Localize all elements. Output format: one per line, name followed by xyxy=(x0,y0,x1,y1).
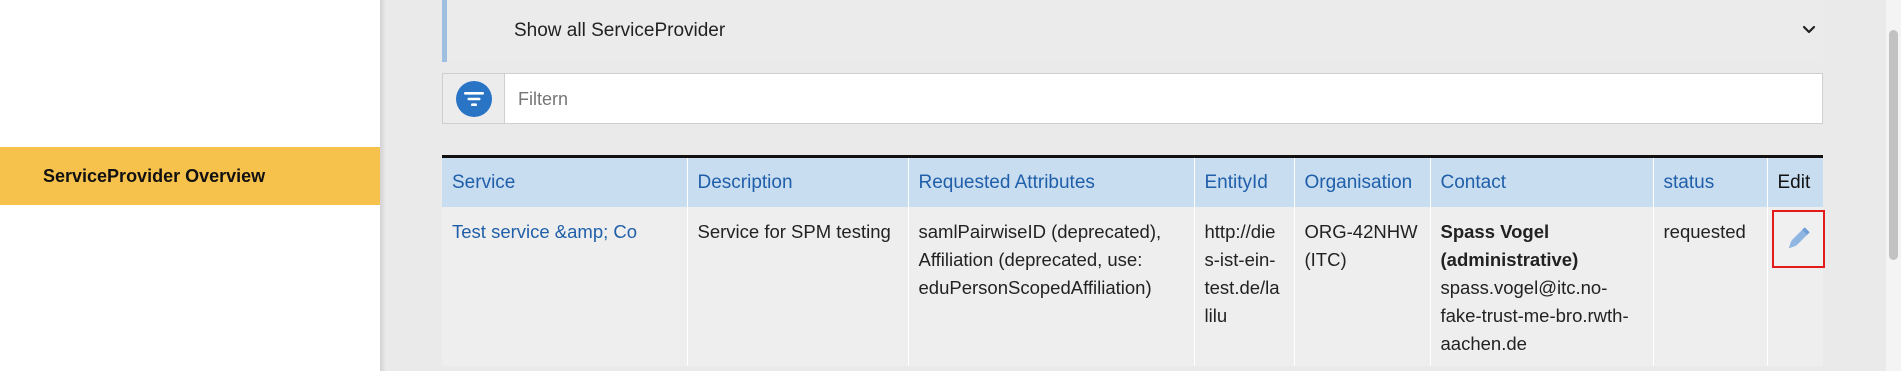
table-row: Test service &amp; Co Service for SPM te… xyxy=(442,207,1825,366)
sidebar-item-label: ServiceProvider Overview xyxy=(43,165,266,186)
cell-description: Service for SPM testing xyxy=(686,207,908,366)
filter-icon xyxy=(455,80,492,117)
filter-button[interactable] xyxy=(443,74,505,123)
edit-button[interactable] xyxy=(1771,210,1825,268)
serviceprovider-filter-select[interactable]: Show all ServiceProvider xyxy=(442,0,1823,62)
select-value: Show all ServiceProvider xyxy=(514,20,726,41)
column-header-edit: Edit xyxy=(1766,156,1823,207)
table-header-row: Service Description Requested Attributes… xyxy=(442,156,1823,207)
sidebar-item-serviceprovider-overview[interactable]: ServiceProvider Overview xyxy=(0,147,380,205)
cell-edit xyxy=(1766,207,1825,366)
cell-entityid: http://dies-ist-ein-test.de/lalilu xyxy=(1193,207,1294,366)
column-header-entityid[interactable]: EntityId xyxy=(1193,156,1294,207)
pencil-icon xyxy=(1788,227,1810,249)
filter-bar xyxy=(442,73,1823,125)
column-header-contact[interactable]: Contact xyxy=(1429,156,1653,207)
main-content: Show all ServiceProvider Filtern Service… xyxy=(386,0,1886,371)
cell-organisation: ORG-42NHW (ITC) xyxy=(1293,207,1430,366)
contact-email: spass.vogel@itc.no-fake-trust-me-bro.rwt… xyxy=(1440,277,1629,354)
column-header-requested-attributes[interactable]: Requested Attributes xyxy=(907,156,1194,207)
cell-contact: Spass Vogel (administrative) spass.vogel… xyxy=(1429,207,1653,366)
column-header-status[interactable]: status xyxy=(1652,156,1767,207)
contact-name: Spass Vogel (administrative) xyxy=(1440,221,1579,270)
filter-input[interactable] xyxy=(505,74,1820,125)
cell-service: Test service &amp; Co xyxy=(442,207,687,366)
sidebar: ServiceProvider Overview xyxy=(0,0,380,371)
cell-requested-attributes: samlPairwiseID (deprecated), Affiliation… xyxy=(907,207,1194,366)
scrollbar-thumb[interactable] xyxy=(1889,30,1898,260)
chevron-down-icon xyxy=(1802,25,1816,34)
column-header-organisation[interactable]: Organisation xyxy=(1293,156,1430,207)
column-header-service[interactable]: Service xyxy=(442,156,687,207)
service-link[interactable]: Test service &amp; Co xyxy=(452,221,637,242)
scrollbar[interactable] xyxy=(1886,0,1901,371)
column-header-description[interactable]: Description xyxy=(686,156,908,207)
cell-status: requested xyxy=(1652,207,1767,366)
serviceprovider-table: Service Description Requested Attributes… xyxy=(442,155,1825,366)
